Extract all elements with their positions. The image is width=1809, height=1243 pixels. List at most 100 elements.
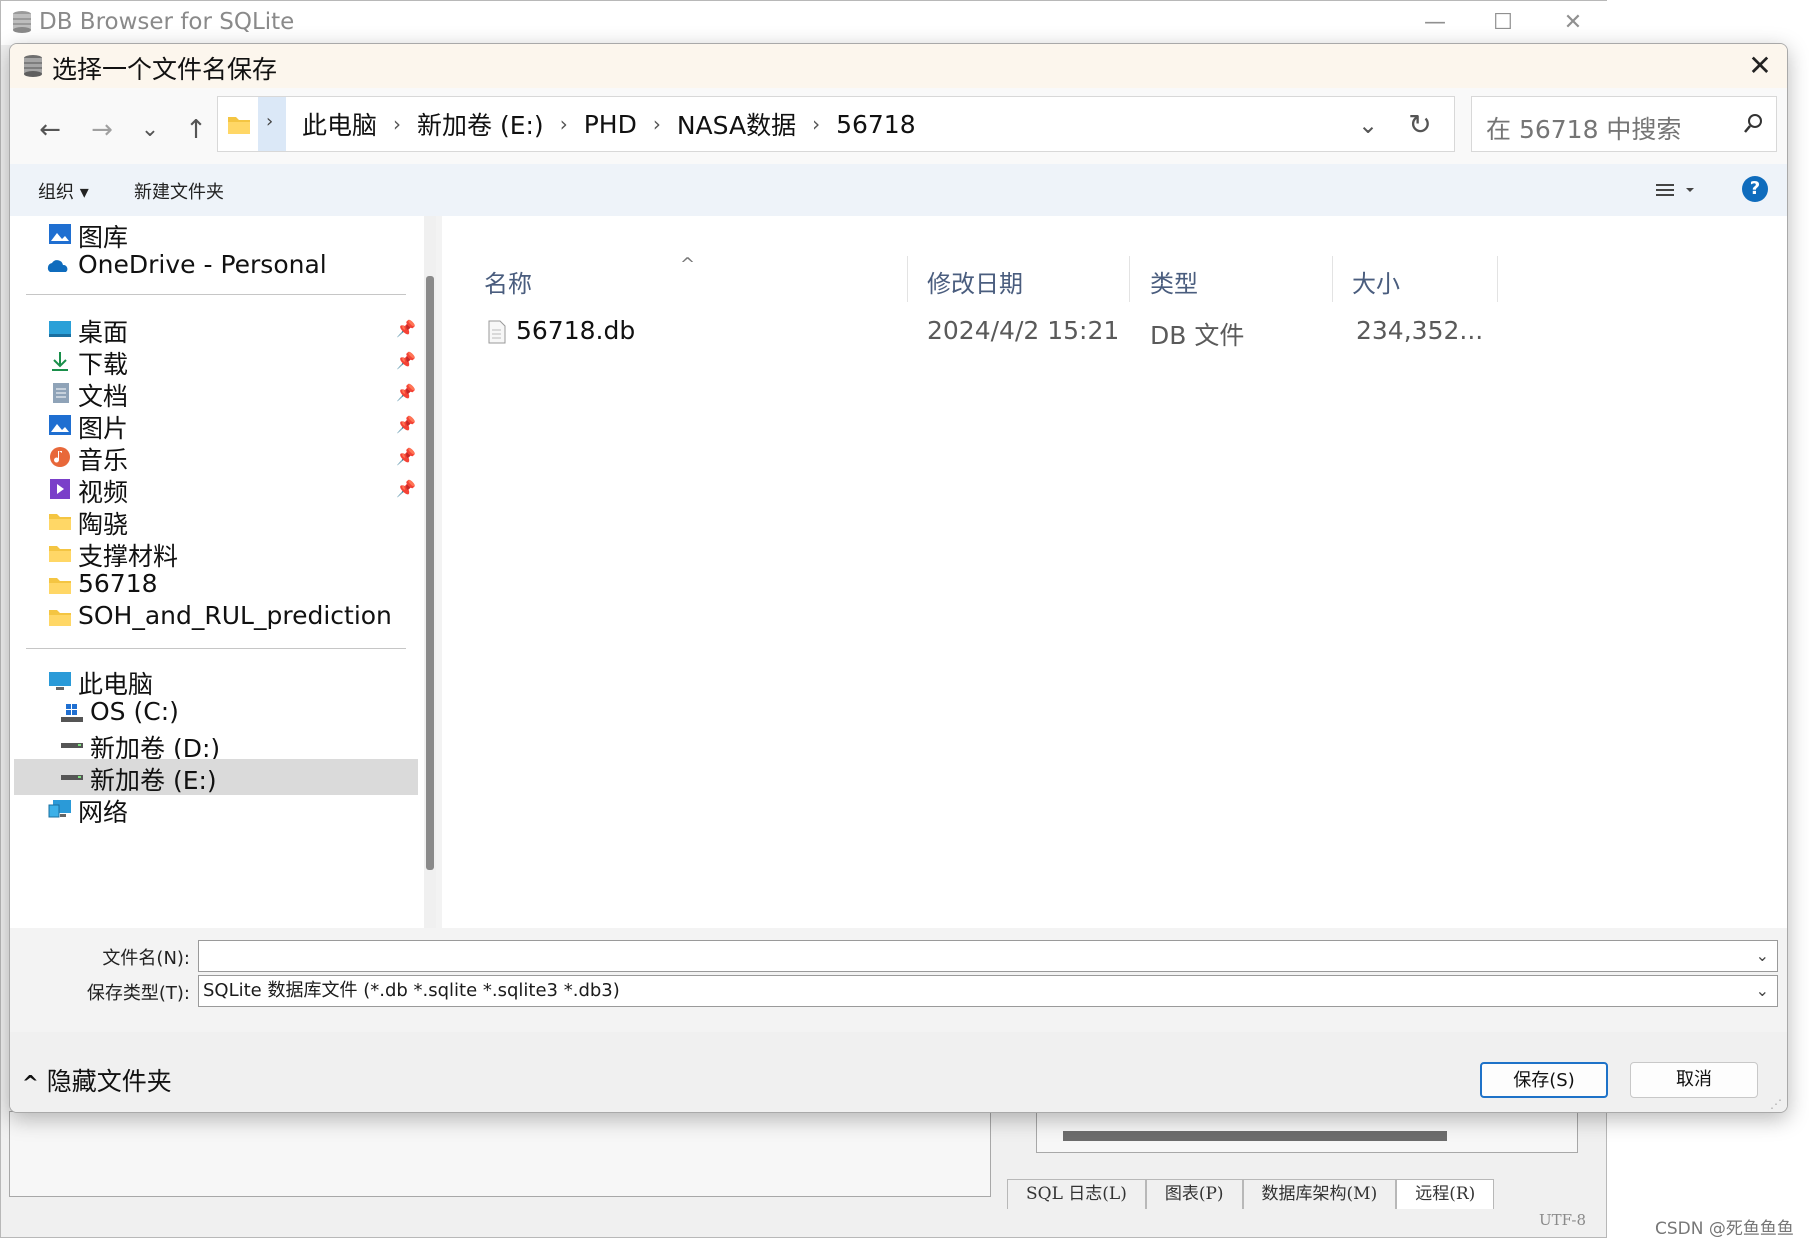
cancel-button[interactable]: 取消 bbox=[1630, 1062, 1758, 1098]
forward-button[interactable]: → bbox=[84, 112, 120, 148]
hide-folders-toggle[interactable]: ^ 隐藏文件夹 bbox=[22, 1062, 172, 1098]
chevron-right-icon[interactable]: › bbox=[389, 112, 405, 136]
pin-icon[interactable]: 📌 bbox=[396, 383, 416, 402]
dialog-footer: ^ 隐藏文件夹 保存(S) 取消 bbox=[10, 1032, 1787, 1112]
hide-folders-label: 隐藏文件夹 bbox=[46, 1067, 172, 1096]
column-divider[interactable] bbox=[1332, 256, 1333, 302]
nav-item-onedrive[interactable]: OneDrive - Personal bbox=[10, 248, 410, 284]
up-button[interactable]: ↑ bbox=[178, 112, 214, 148]
nav-item-drive-d[interactable]: 新加卷 (D:) bbox=[10, 727, 410, 763]
folder-icon bbox=[49, 610, 71, 626]
chevron-down-icon[interactable]: ⌄ bbox=[1756, 941, 1769, 971]
breadcrumb-item[interactable]: 56718 bbox=[824, 110, 928, 139]
nav-item-music[interactable]: 音乐 📌 bbox=[10, 439, 416, 475]
column-divider[interactable] bbox=[907, 256, 908, 302]
nav-item-label: OS (C:) bbox=[90, 697, 179, 726]
new-folder-button[interactable]: 新建文件夹 bbox=[134, 178, 224, 204]
nav-item-label: OneDrive - Personal bbox=[78, 250, 327, 279]
nav-item-drive-c[interactable]: OS (C:) bbox=[10, 695, 410, 731]
music-icon bbox=[50, 447, 70, 467]
column-header-name[interactable]: 名称 bbox=[484, 264, 532, 299]
minimize-button[interactable]: — bbox=[1405, 5, 1465, 41]
breadcrumb-item[interactable]: 此电脑 bbox=[290, 106, 389, 142]
organize-button[interactable]: 组织 ▾ bbox=[38, 178, 89, 204]
nav-item-folder[interactable]: 支撑材料 bbox=[10, 535, 410, 571]
dialog-close-button[interactable]: ✕ bbox=[1740, 48, 1780, 84]
pin-icon[interactable]: 📌 bbox=[396, 479, 416, 498]
filetype-select[interactable]: SQLite 数据库文件 (*.db *.sqlite *.sqlite3 *.… bbox=[198, 975, 1778, 1007]
pin-icon[interactable]: 📌 bbox=[396, 351, 416, 370]
encoding-status: UTF-8 bbox=[1539, 1211, 1586, 1229]
nav-item-label: SOH_and_RUL_prediction bbox=[78, 601, 392, 630]
dialog-titlebar: 选择一个文件名保存 ✕ bbox=[10, 44, 1787, 88]
search-input[interactable]: 在 56718 中搜索 bbox=[1471, 96, 1777, 152]
refresh-icon[interactable]: ↻ bbox=[1398, 105, 1442, 145]
background-scrollbar[interactable] bbox=[1063, 1131, 1447, 1141]
background-window-title: DB Browser for SQLite bbox=[39, 9, 295, 35]
recent-locations-button[interactable]: ⌄ bbox=[132, 112, 168, 148]
breadcrumb-item[interactable]: NASA数据 bbox=[665, 106, 808, 142]
download-icon bbox=[52, 352, 68, 371]
navigation-pane: 图库 OneDrive - Personal 桌面 📌 下载 📌 文档 📌 图片 bbox=[10, 216, 428, 928]
nav-item-gallery[interactable]: 图库 bbox=[10, 216, 410, 252]
nav-item-documents[interactable]: 文档 📌 bbox=[10, 375, 416, 411]
nav-item-folder[interactable]: 陶骁 bbox=[10, 503, 410, 539]
view-options-icon[interactable] bbox=[1650, 176, 1700, 206]
filename-input[interactable]: ⌄ bbox=[198, 940, 1778, 972]
file-size: 234,352... bbox=[1356, 316, 1484, 345]
nav-item-folder[interactable]: 56718 bbox=[10, 567, 410, 603]
back-button[interactable]: ← bbox=[32, 112, 68, 148]
filename-label: 文件名(N): bbox=[102, 948, 190, 969]
nav-item-videos[interactable]: 视频 📌 bbox=[10, 471, 416, 507]
breadcrumb-item[interactable]: 新加卷 (E:) bbox=[405, 106, 556, 142]
save-button[interactable]: 保存(S) bbox=[1480, 1062, 1608, 1098]
nav-item-folder[interactable]: SOH_and_RUL_prediction bbox=[10, 599, 410, 635]
column-divider[interactable] bbox=[1129, 256, 1130, 302]
watermark: CSDN @死鱼鱼鱼 bbox=[1655, 1219, 1794, 1239]
address-folder-icon bbox=[218, 97, 258, 151]
chevron-down-icon[interactable]: ⌄ bbox=[1348, 105, 1388, 145]
help-button[interactable]: ? bbox=[1742, 176, 1768, 202]
tab-remote[interactable]: 远程(R) bbox=[1396, 1179, 1495, 1209]
chevron-right-icon[interactable]: › bbox=[556, 112, 572, 136]
file-type: DB 文件 bbox=[1150, 321, 1245, 350]
pin-icon[interactable]: 📌 bbox=[396, 447, 416, 466]
pin-icon[interactable]: 📌 bbox=[396, 415, 416, 434]
chevron-right-icon[interactable]: › bbox=[808, 112, 824, 136]
command-bar: 组织 ▾ 新建文件夹 ? bbox=[10, 164, 1787, 216]
file-name: 56718.db bbox=[516, 316, 636, 345]
tab-sql-log[interactable]: SQL 日志(L) bbox=[1007, 1179, 1146, 1209]
nav-item-desktop[interactable]: 桌面 📌 bbox=[10, 311, 416, 347]
nav-item-network[interactable]: 网络 bbox=[10, 791, 410, 827]
column-header-type[interactable]: 类型 bbox=[1150, 264, 1198, 299]
address-chevron-button[interactable]: › bbox=[258, 97, 286, 151]
tab-db-schema[interactable]: 数据库架构(M) bbox=[1242, 1179, 1397, 1209]
table-row[interactable]: 56718.db 2024/4/2 15:21 DB 文件 234,352... bbox=[456, 310, 1483, 352]
maximize-button[interactable]: ☐ bbox=[1473, 5, 1533, 41]
chevron-down-icon[interactable]: ⌄ bbox=[1756, 976, 1769, 1006]
nav-item-pictures[interactable]: 图片 📌 bbox=[10, 407, 416, 443]
column-divider[interactable] bbox=[1497, 256, 1498, 302]
column-header-modified[interactable]: 修改日期 bbox=[927, 264, 1023, 299]
close-button[interactable]: ✕ bbox=[1543, 5, 1603, 41]
pin-icon[interactable]: 📌 bbox=[396, 319, 416, 338]
resize-grip-icon[interactable]: ⋰ bbox=[1770, 1097, 1782, 1111]
chevron-right-icon[interactable]: › bbox=[649, 112, 665, 136]
tab-chart[interactable]: 图表(P) bbox=[1145, 1179, 1243, 1209]
background-titlebar: DB Browser for SQLite — ☐ ✕ bbox=[1, 1, 1608, 45]
column-header-size[interactable]: 大小 bbox=[1352, 264, 1400, 299]
breadcrumb-item[interactable]: PHD bbox=[572, 110, 649, 139]
dialog-title: 选择一个文件名保存 bbox=[52, 55, 278, 84]
filetype-label: 保存类型(T): bbox=[86, 983, 190, 1004]
nav-scrollbar-thumb[interactable] bbox=[426, 276, 434, 870]
pictures-icon bbox=[49, 415, 71, 435]
address-bar[interactable]: › 此电脑 › 新加卷 (E:) › PHD › NASA数据 › 56718 … bbox=[217, 96, 1455, 152]
navigation-toolbar: ← → ⌄ ↑ › 此电脑 › 新加卷 (E:) › PHD › NASA数据 bbox=[10, 88, 1787, 164]
breadcrumb: 此电脑 › 新加卷 (E:) › PHD › NASA数据 › 56718 bbox=[290, 97, 928, 151]
filetype-value: SQLite 数据库文件 (*.db *.sqlite *.sqlite3 *.… bbox=[203, 980, 620, 1001]
nav-item-downloads[interactable]: 下载 📌 bbox=[10, 343, 416, 379]
folder-icon bbox=[49, 578, 71, 594]
nav-item-drive-e[interactable]: 新加卷 (E:) bbox=[14, 759, 418, 795]
nav-item-this-pc[interactable]: 此电脑 bbox=[10, 663, 410, 699]
folder-icon bbox=[49, 546, 71, 562]
